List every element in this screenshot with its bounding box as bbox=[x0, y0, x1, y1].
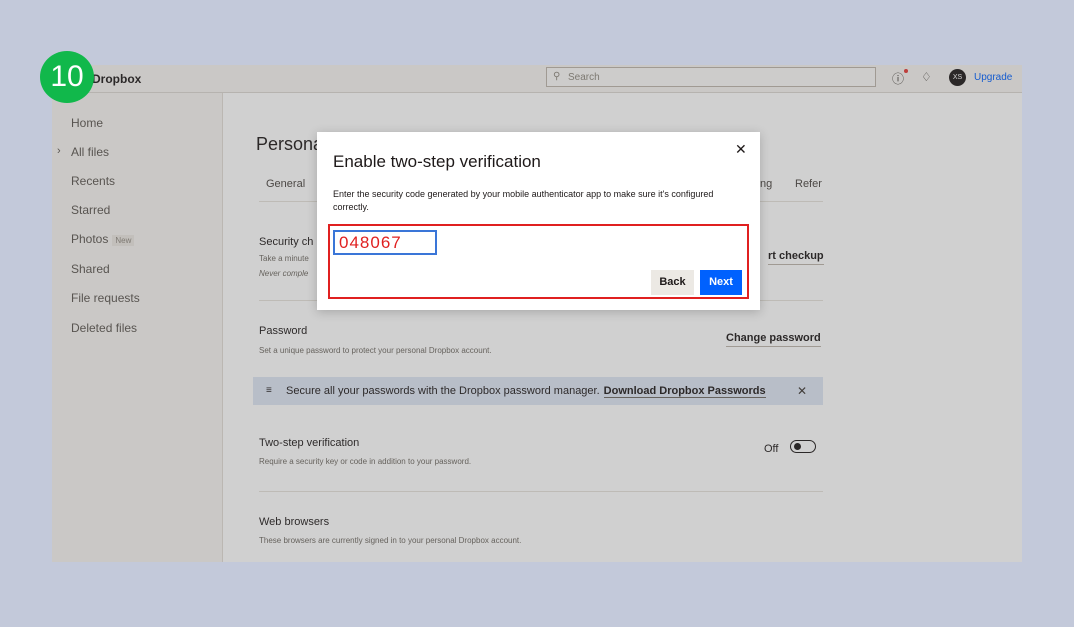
modal-title: Enable two-step verification bbox=[333, 152, 541, 171]
security-code-input[interactable]: 048067 bbox=[333, 230, 437, 255]
step-number-badge: 10 bbox=[40, 51, 94, 103]
two-step-modal: Enable two-step verification ✕ Enter the… bbox=[317, 132, 760, 310]
next-button[interactable]: Next bbox=[700, 270, 742, 295]
back-button[interactable]: Back bbox=[651, 270, 694, 295]
modal-description: Enter the security code generated by you… bbox=[333, 189, 714, 212]
close-icon[interactable]: ✕ bbox=[735, 141, 747, 158]
